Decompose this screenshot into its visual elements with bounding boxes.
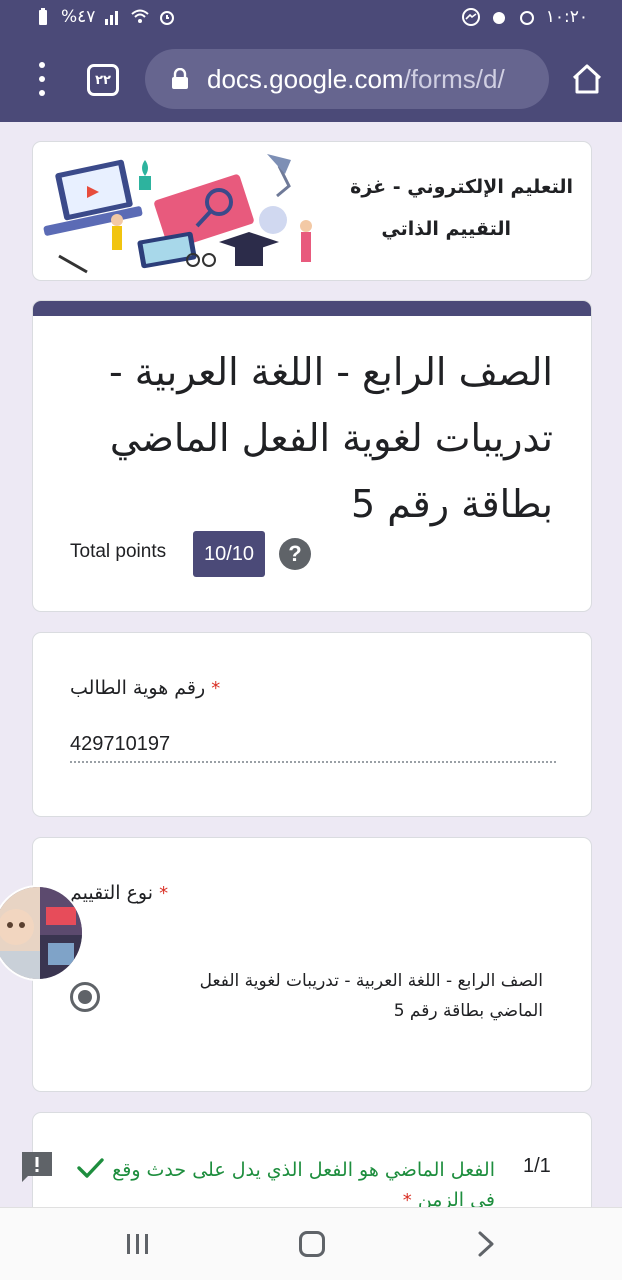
form-title: الصف الرابع - اللغة العربية - تدريبات لغ… [109,350,553,526]
answer-underline [70,761,556,763]
e-learning-illustration [43,154,312,274]
home-nav-icon[interactable] [299,1231,325,1257]
question-evaluation-type: * نوع التقييم الصف الرابع - اللغة العربي… [32,837,592,1092]
address-bar[interactable]: docs.google.com/forms/d/ [145,49,549,109]
status-bar: %٤٧ ١٠:٢٠ [0,0,622,36]
messenger-icon [461,8,480,26]
status-left: %٤٧ [34,7,176,27]
back-icon[interactable] [474,1230,498,1258]
signal-icon [105,11,119,25]
more-menu-icon[interactable] [30,62,54,96]
question-label: * رقم هوية الطالب [70,677,220,699]
score-badge: 10/10 [193,531,265,577]
status-right: ١٠:٢٠ [461,7,588,27]
help-icon[interactable]: ? [279,538,311,570]
url-path: /forms/d/ [403,64,505,94]
battery-icon [39,8,47,25]
required-asterisk: * [211,678,221,699]
wifi-icon [131,9,150,23]
student-id-answer: 429710197 [70,733,171,755]
question-label-text: رقم هوية الطالب [70,677,206,699]
question-label: * نوع التقييم [70,882,168,904]
form-title-card: الصف الرابع - اللغة العربية - تدريبات لغ… [32,300,592,612]
alarm-clock-icon [519,11,534,25]
total-points-label: Total points [70,541,167,562]
banner-subtitle: التقييم الذاتي [381,218,511,240]
form-header-banner: التعليم الإلكتروني - غزة التقييم الذاتي [32,141,592,281]
feedback-icon[interactable] [20,1150,54,1184]
battery-percent: %٤٧ [61,7,96,27]
url-text: docs.google.com/forms/d/ [207,64,505,95]
question-score: 1/1 [523,1155,551,1177]
required-asterisk: * [159,883,169,904]
correct-check-icon [77,1158,104,1178]
alarm-icon [492,12,505,24]
url-host: docs.google.com [207,64,404,94]
tab-switcher-button[interactable]: ٢٢ [87,64,119,96]
theme-accent-bar [33,301,591,316]
question-text-body: الفعل الماضي هو الفعل الذي يدل على حدث و… [112,1159,495,1211]
system-nav-bar [0,1207,622,1280]
lock-icon [172,68,188,89]
browser-toolbar: ٢٢ docs.google.com/forms/d/ [0,36,622,122]
clock-time: ١٠:٢٠ [545,7,588,27]
recents-icon[interactable] [125,1232,151,1256]
radio-option-label: الصف الرابع - اللغة العربية - تدريبات لغ… [199,971,543,1021]
question-label-text: نوع التقييم [70,882,154,904]
alarm-icon [160,11,175,25]
banner-title: التعليم الإلكتروني - غزة [350,176,573,198]
radio-selected[interactable] [70,982,100,1012]
home-icon[interactable] [570,62,604,96]
question-student-id: * رقم هوية الطالب 429710197 [32,632,592,817]
